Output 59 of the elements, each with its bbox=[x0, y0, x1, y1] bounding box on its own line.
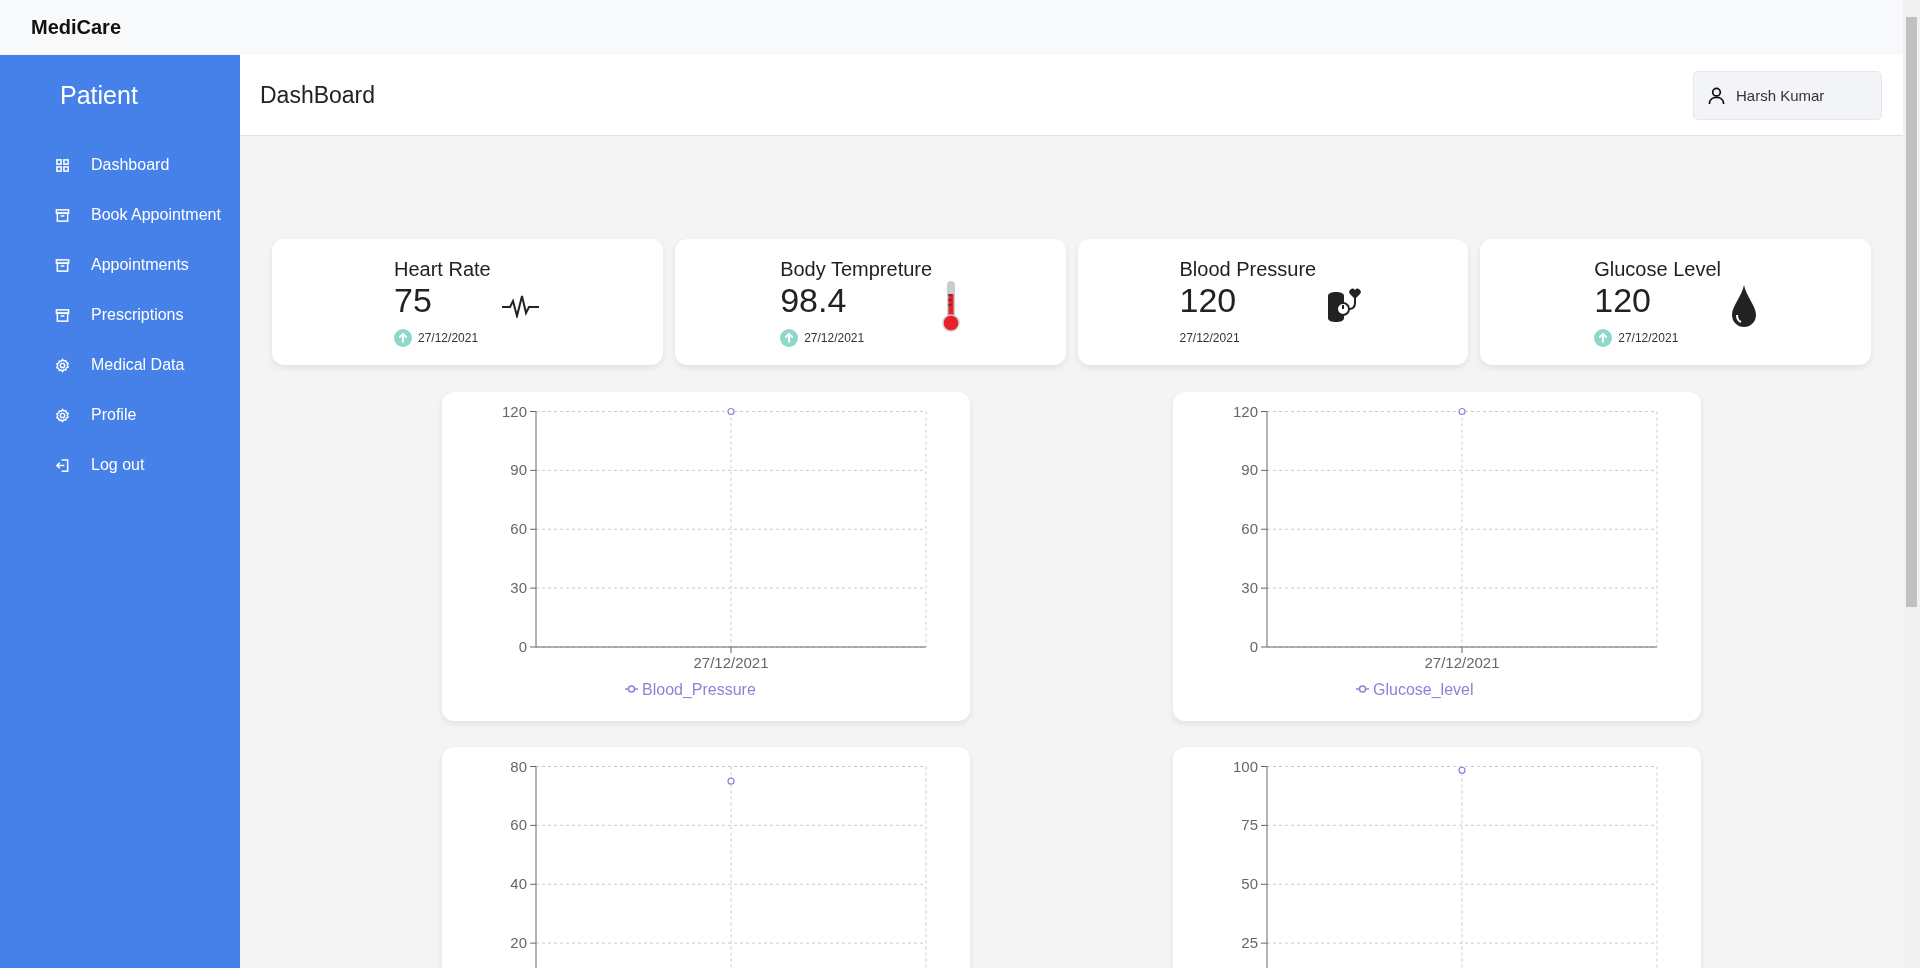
metric-title: Heart Rate bbox=[394, 257, 491, 281]
metric-date: 27/12/2021 bbox=[1179, 330, 1240, 345]
nav-item[interactable]: Dashboard bbox=[0, 140, 240, 190]
y-tick-label: 50 bbox=[1241, 875, 1258, 893]
y-tick-label: 40 bbox=[510, 875, 527, 893]
y-tick-label: 60 bbox=[510, 816, 527, 834]
y-tick-label: 25 bbox=[1241, 934, 1258, 952]
user-button[interactable]: Harsh Kumar bbox=[1693, 70, 1882, 120]
drop-icon bbox=[1731, 284, 1757, 328]
metric-title: Blood Pressure bbox=[1179, 257, 1317, 281]
metric-value: 98.4 bbox=[780, 280, 848, 319]
metric-value: 120 bbox=[1594, 280, 1652, 319]
scrollbar-thumb[interactable] bbox=[1906, 17, 1917, 607]
y-tick-label: 0 bbox=[1249, 638, 1258, 655]
archive-box-icon bbox=[55, 307, 70, 323]
nav-item[interactable]: Profile bbox=[0, 390, 240, 440]
brand-name: MediCare bbox=[31, 16, 122, 39]
y-tick-label: 60 bbox=[510, 520, 527, 538]
y-tick-label: 80 bbox=[510, 757, 527, 775]
y-tick-label: 90 bbox=[1241, 461, 1258, 479]
legend-marker-icon bbox=[624, 685, 639, 693]
archive-box-icon bbox=[55, 257, 70, 273]
metric-date: 27/12/2021 bbox=[418, 330, 479, 345]
metric-title: Body Tempreture bbox=[780, 257, 933, 281]
nav-item[interactable]: Appointments bbox=[0, 240, 240, 290]
nav-item[interactable]: Book Appointment bbox=[0, 190, 240, 240]
y-tick-label: 75 bbox=[1241, 816, 1258, 834]
y-tick-label: 100 bbox=[1232, 757, 1258, 775]
archive-box-icon bbox=[55, 207, 70, 223]
metric-value: 120 bbox=[1179, 280, 1238, 319]
metric-title: Glucose Level bbox=[1594, 257, 1721, 281]
thermometer-icon bbox=[942, 280, 961, 332]
nav-item[interactable]: Log out bbox=[0, 440, 240, 490]
x-tick-label: 27/12/2021 bbox=[693, 654, 769, 671]
metric-date: 27/12/2021 bbox=[1618, 330, 1679, 345]
y-tick-label: 0 bbox=[518, 638, 527, 655]
legend-label: Blood_Pressure bbox=[642, 680, 756, 698]
y-tick-label: 30 bbox=[510, 579, 527, 597]
gear-icon bbox=[55, 357, 70, 373]
nav-item[interactable]: Medical Data bbox=[0, 340, 240, 390]
y-tick-label: 20 bbox=[510, 934, 527, 952]
legend-label: Glucose_level bbox=[1373, 680, 1474, 698]
y-tick-label: 90 bbox=[510, 461, 527, 479]
sidebar-title: Patient bbox=[59, 80, 139, 111]
nav-item[interactable]: Prescriptions bbox=[0, 290, 240, 340]
gear-icon bbox=[55, 407, 70, 423]
grid-icon bbox=[55, 157, 70, 173]
heartbeat-icon bbox=[500, 294, 541, 318]
metric-date: 27/12/2021 bbox=[804, 330, 865, 345]
y-tick-label: 30 bbox=[1241, 579, 1258, 597]
page-title: DashBoard bbox=[260, 81, 376, 109]
y-tick-label: 120 bbox=[501, 402, 527, 420]
y-tick-label: 120 bbox=[1232, 402, 1258, 420]
logout-icon bbox=[55, 457, 70, 473]
person-icon bbox=[1707, 85, 1726, 105]
legend-marker-icon bbox=[1355, 685, 1370, 693]
y-tick-label: 60 bbox=[1241, 520, 1258, 538]
x-tick-label: 27/12/2021 bbox=[1424, 654, 1500, 671]
metric-value: 75 bbox=[394, 280, 433, 319]
